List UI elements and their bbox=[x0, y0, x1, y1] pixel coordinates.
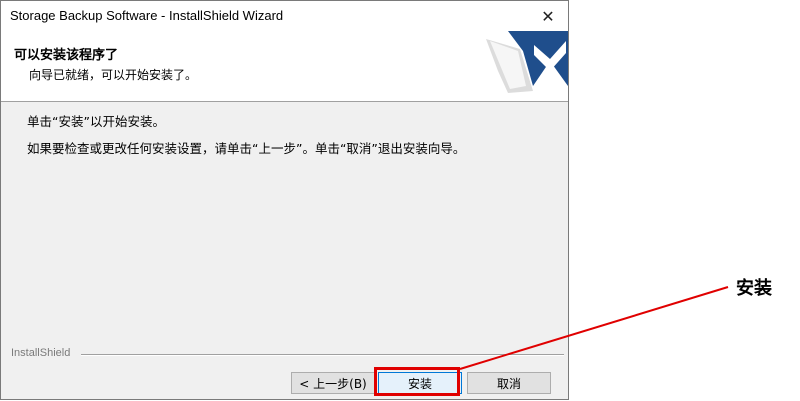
installshield-logo-icon bbox=[486, 31, 568, 93]
wizard-header: 可以安装该程序了 向导已就绪，可以开始安装了。 bbox=[1, 31, 568, 102]
title-bar: Storage Backup Software - InstallShield … bbox=[1, 1, 568, 31]
instruction-line-1: 单击“安装”以开始安装。 bbox=[27, 114, 165, 129]
annotation-label: 安装 bbox=[736, 278, 772, 299]
footer-divider bbox=[81, 354, 564, 356]
footer-brand: InstallShield bbox=[11, 347, 71, 359]
cancel-button[interactable]: 取消 bbox=[467, 372, 551, 394]
instruction-line-2: 如果要检查或更改任何安装设置，请单击“上一步”。单击“取消”退出安装向导。 bbox=[27, 141, 466, 156]
installshield-dialog: Storage Backup Software - InstallShield … bbox=[0, 0, 569, 400]
back-button[interactable]: < 上一步(B) bbox=[291, 372, 375, 394]
header-title: 可以安装该程序了 bbox=[14, 48, 119, 63]
header-subtitle: 向导已就绪，可以开始安装了。 bbox=[29, 68, 198, 82]
close-icon[interactable]: ✕ bbox=[528, 1, 568, 31]
install-button[interactable]: 安装 bbox=[378, 372, 462, 394]
window-title: Storage Backup Software - InstallShield … bbox=[10, 8, 284, 23]
